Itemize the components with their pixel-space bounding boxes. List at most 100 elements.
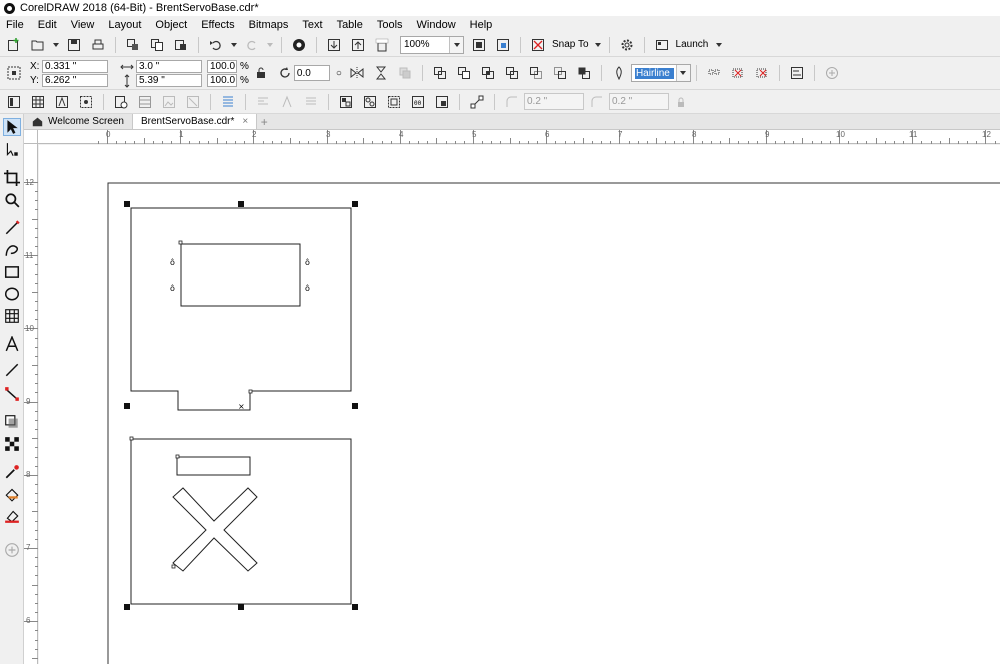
menu-tools[interactable]: Tools: [377, 19, 403, 31]
zoom-tool-icon[interactable]: [4, 192, 20, 208]
horizontal-ruler[interactable]: 0 1 2 3 4 5 6 7 8 9 10 11 12: [38, 130, 1000, 144]
gear-icon[interactable]: [620, 38, 634, 52]
chevron-down-icon[interactable]: [53, 42, 59, 47]
zoom-dropdown-button[interactable]: [449, 36, 463, 53]
position-objects-icon[interactable]: [339, 95, 353, 109]
table-grid-icon[interactable]: [31, 95, 45, 109]
arrange-objects-icon[interactable]: [435, 95, 449, 109]
print-icon[interactable]: [91, 38, 105, 52]
ungroup-icon[interactable]: [731, 66, 745, 80]
x-position-input[interactable]: 0.331 ": [42, 59, 108, 73]
connector-tool-icon[interactable]: [4, 386, 20, 402]
publish-pdf-icon[interactable]: [375, 38, 389, 52]
tab-brentservobase[interactable]: BrentServoBase.cdr* ×: [131, 114, 258, 129]
page-layout-icon[interactable]: [7, 95, 21, 109]
full-screen-preview-icon[interactable]: [472, 38, 486, 52]
menu-window[interactable]: Window: [417, 19, 456, 31]
menu-text[interactable]: Text: [302, 19, 322, 31]
y-position-input[interactable]: 6.262 ": [42, 73, 108, 87]
search-content-icon[interactable]: [292, 38, 306, 52]
zoom-level-combo[interactable]: 100%: [400, 35, 464, 54]
drawing-canvas[interactable]: ô ô ô ô ×: [39, 145, 1000, 664]
menu-table[interactable]: Table: [337, 19, 363, 31]
rotation-angle-input[interactable]: 0.0: [293, 65, 330, 81]
launch-label[interactable]: Launch: [676, 39, 709, 50]
ruler-origin[interactable]: [24, 130, 38, 144]
lock-ratio-icon[interactable]: [254, 66, 268, 80]
mirror-vertical-icon[interactable]: [374, 66, 388, 80]
scale-width-input[interactable]: 100.0: [207, 59, 237, 73]
front-minus-back-icon[interactable]: [529, 66, 543, 80]
menu-edit[interactable]: Edit: [38, 19, 57, 31]
drop-shadow-icon[interactable]: [4, 414, 20, 430]
mirror-horizontal-icon[interactable]: [350, 66, 364, 80]
data-table-icon[interactable]: [138, 95, 152, 109]
crop-tool-icon[interactable]: [4, 170, 20, 186]
import-icon[interactable]: [126, 38, 140, 52]
snap-to-icon[interactable]: [531, 38, 545, 52]
parallel-dimension-icon[interactable]: [4, 362, 20, 378]
shape-tool-icon[interactable]: [4, 142, 20, 158]
ellipse-tool-icon[interactable]: [4, 286, 20, 302]
width-input[interactable]: 3.0 ": [136, 59, 202, 73]
close-icon[interactable]: ×: [242, 116, 248, 127]
menu-effects[interactable]: Effects: [201, 19, 234, 31]
ungroup-all-icon[interactable]: [755, 66, 769, 80]
simplify-icon[interactable]: [505, 66, 519, 80]
menu-help[interactable]: Help: [470, 19, 493, 31]
menu-object[interactable]: Object: [155, 19, 187, 31]
image-frame-icon[interactable]: [79, 95, 93, 109]
object-origin-icon[interactable]: [7, 66, 21, 80]
new-document-icon[interactable]: [7, 37, 21, 52]
rotation-icon[interactable]: [278, 66, 292, 80]
outline-dropdown-button[interactable]: [675, 65, 690, 81]
freehand-tool-icon[interactable]: [4, 220, 20, 236]
chevron-down-icon[interactable]: [716, 42, 723, 47]
smart-fill-icon[interactable]: [4, 508, 20, 524]
application-launcher-icon[interactable]: [655, 38, 669, 52]
outline-pen-icon[interactable]: [612, 66, 626, 80]
height-input[interactable]: 5.39 ": [136, 73, 202, 87]
graph-paper-icon[interactable]: [4, 308, 20, 324]
break-apart-icon[interactable]: [707, 66, 721, 80]
text-frame-icon[interactable]: [55, 95, 69, 109]
tab-welcome-screen[interactable]: Welcome Screen: [24, 114, 132, 129]
trim-icon[interactable]: [457, 66, 471, 80]
pick-tool-icon[interactable]: [3, 118, 21, 136]
menu-layout[interactable]: Layout: [108, 19, 141, 31]
save-icon[interactable]: [67, 38, 81, 52]
columns-icon[interactable]: [221, 95, 235, 109]
menu-file[interactable]: File: [6, 19, 24, 31]
outline-width-combo[interactable]: Hairline: [630, 64, 691, 82]
back-minus-front-icon[interactable]: [553, 66, 567, 80]
group-objects-icon[interactable]: [363, 95, 377, 109]
weld-icon[interactable]: [433, 66, 447, 80]
snap-to-label[interactable]: Snap To: [552, 39, 589, 50]
transparency-icon[interactable]: [4, 436, 20, 452]
rectangle-tool-icon[interactable]: [4, 264, 20, 280]
intersect-icon[interactable]: [481, 66, 495, 80]
node-edit-icon[interactable]: [470, 95, 484, 109]
align-distribute-icon[interactable]: [790, 66, 804, 80]
create-boundary-icon[interactable]: [577, 66, 591, 80]
open-folder-icon[interactable]: [31, 38, 45, 52]
artistic-media-icon[interactable]: [4, 242, 20, 258]
undo-icon[interactable]: [209, 38, 223, 52]
show-rulers-icon[interactable]: [496, 38, 510, 52]
add-plus-icon[interactable]: [825, 66, 839, 80]
import-arrow-icon[interactable]: [327, 38, 341, 52]
add-tool-icon[interactable]: [4, 542, 20, 558]
interactive-fill-icon[interactable]: [4, 486, 20, 502]
vertical-ruler[interactable]: 12 11 10 9 8 7 6: [24, 144, 38, 664]
add-tab-button[interactable]: +: [257, 114, 271, 129]
chevron-down-icon[interactable]: [231, 42, 237, 47]
text-tool-icon[interactable]: [4, 335, 20, 352]
export-arrow-icon[interactable]: [351, 38, 365, 52]
select-all-icon[interactable]: [387, 95, 401, 109]
copy-icon[interactable]: [150, 38, 164, 52]
scale-height-input[interactable]: 100.0: [207, 73, 237, 87]
placeholder-frame-icon[interactable]: [114, 95, 128, 109]
menu-view[interactable]: View: [71, 19, 95, 31]
menu-bitmaps[interactable]: Bitmaps: [249, 19, 289, 31]
eyedropper-icon[interactable]: [4, 464, 20, 480]
